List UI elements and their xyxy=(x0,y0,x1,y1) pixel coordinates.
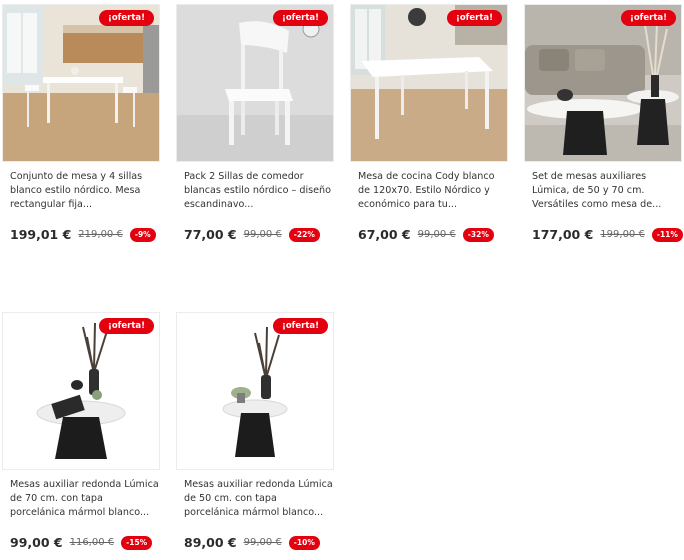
old-price: 116,00 € xyxy=(69,537,115,548)
offer-badge: ¡oferta! xyxy=(446,10,502,26)
discount-badge: -9% xyxy=(129,227,156,242)
product-title[interactable]: Conjunto de mesa y 4 sillas blanco estil… xyxy=(10,170,160,214)
price-row: 199,01 € 219,00 € -9% xyxy=(10,227,160,242)
current-price: 67,00 € xyxy=(358,227,411,242)
product-image[interactable]: ¡oferta! xyxy=(2,312,160,470)
current-price: 177,00 € xyxy=(532,227,594,242)
offer-badge: ¡oferta! xyxy=(272,318,328,334)
old-price: 219,00 € xyxy=(78,229,123,240)
offer-badge: ¡oferta! xyxy=(98,10,154,26)
price-row: 177,00 € 199,00 € -11% xyxy=(532,227,683,242)
price-row: 89,00 € 99,00 € -10% xyxy=(184,535,334,550)
product-image[interactable]: ¡oferta! xyxy=(2,4,160,162)
discount-badge: -15% xyxy=(121,535,153,550)
product-card[interactable]: ¡oferta! Mesa de cocina Cody blanco de 1… xyxy=(350,4,508,242)
product-title[interactable]: Pack 2 Sillas de comedor blancas estilo … xyxy=(184,170,334,214)
product-title[interactable]: Mesas auxiliar redonda Lúmica de 50 cm. … xyxy=(184,478,334,522)
product-image[interactable]: ¡oferta! xyxy=(176,312,334,470)
price-row: 67,00 € 99,00 € -32% xyxy=(358,227,508,242)
product-card[interactable]: ¡oferta! Set de mesas auxiliares Lúmica,… xyxy=(524,4,683,242)
product-image[interactable]: ¡oferta! xyxy=(350,4,508,162)
product-title[interactable]: Mesa de cocina Cody blanco de 120x70. Es… xyxy=(358,170,508,214)
current-price: 89,00 € xyxy=(184,535,237,550)
offer-badge: ¡oferta! xyxy=(620,10,676,26)
current-price: 99,00 € xyxy=(10,535,63,550)
offer-badge: ¡oferta! xyxy=(272,10,328,26)
old-price: 99,00 € xyxy=(417,229,456,240)
discount-badge: -22% xyxy=(288,227,320,242)
old-price: 99,00 € xyxy=(243,537,282,548)
product-card[interactable]: ¡oferta! Conjunto de mesa y 4 sillas bla… xyxy=(2,4,160,242)
product-card[interactable]: ¡oferta! Mesas auxiliar redonda Lúmica d… xyxy=(2,312,160,550)
product-card[interactable]: ¡oferta! Mesas auxiliar redonda Lúmica d… xyxy=(176,312,334,550)
product-image[interactable]: ¡oferta! xyxy=(524,4,682,162)
discount-badge: -10% xyxy=(288,535,320,550)
product-image[interactable]: ¡oferta! xyxy=(176,4,334,162)
price-row: 99,00 € 116,00 € -15% xyxy=(10,535,160,550)
old-price: 199,00 € xyxy=(600,229,645,240)
product-card[interactable]: ¡oferta! Pack 2 Sillas de comedor blanca… xyxy=(176,4,334,242)
discount-badge: -11% xyxy=(651,227,683,242)
product-title[interactable]: Mesas auxiliar redonda Lúmica de 70 cm. … xyxy=(10,478,160,522)
offer-badge: ¡oferta! xyxy=(98,318,154,334)
current-price: 77,00 € xyxy=(184,227,237,242)
current-price: 199,01 € xyxy=(10,227,72,242)
old-price: 99,00 € xyxy=(243,229,282,240)
product-title[interactable]: Set de mesas auxiliares Lúmica, de 50 y … xyxy=(532,170,682,214)
price-row: 77,00 € 99,00 € -22% xyxy=(184,227,334,242)
discount-badge: -32% xyxy=(462,227,494,242)
